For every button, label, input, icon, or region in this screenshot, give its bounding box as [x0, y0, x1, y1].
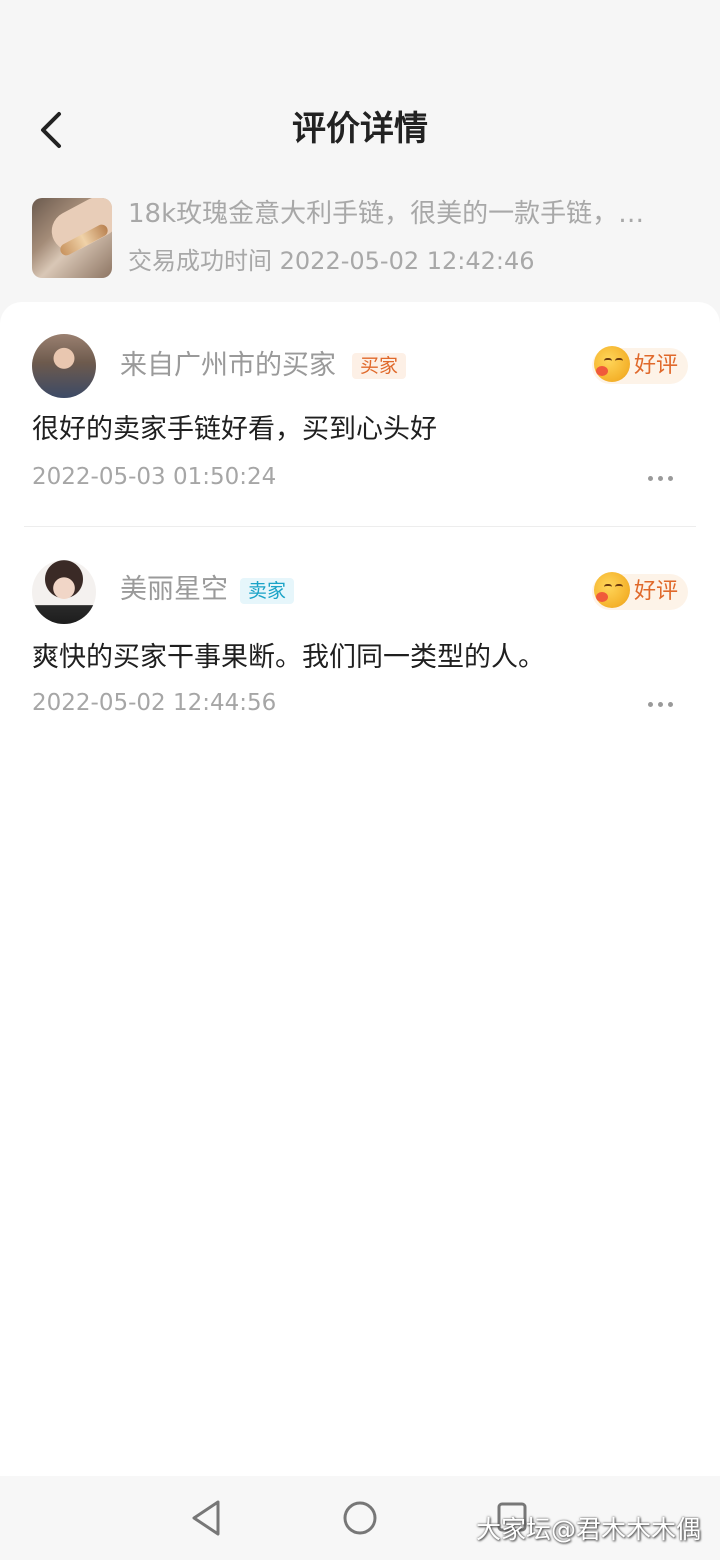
seller-badge: 卖家	[240, 578, 295, 604]
rating-label: 好评	[634, 353, 679, 378]
rating-label: 好评	[634, 579, 679, 604]
triangle-back-icon	[192, 1500, 220, 1536]
smile-kiss-icon	[594, 346, 630, 382]
buyer-badge: 买家	[352, 353, 407, 379]
circle-home-icon	[343, 1501, 377, 1535]
product-thumbnail[interactable]	[32, 198, 112, 278]
review-item: 美丽星空 卖家 好评 爽快的买家干事果断。我们同一类型的人。 2022-05-0…	[0, 528, 720, 728]
header: 评价详情 18k玫瑰金意大利手链，很美的一款手链，… 交易成功时间 2022-0…	[0, 0, 720, 300]
transaction-time-value: 2022-05-02 12:42:46	[279, 247, 535, 275]
rating-badge: 好评	[592, 346, 688, 384]
avatar[interactable]	[32, 560, 96, 624]
transaction-time-label: 交易成功时间	[128, 247, 272, 275]
product-summary[interactable]: 18k玫瑰金意大利手链，很美的一款手链，… 交易成功时间 2022-05-02 …	[32, 196, 692, 280]
product-title: 18k玫瑰金意大利手链，很美的一款手链，…	[128, 199, 645, 229]
review-text: 爽快的买家干事果断。我们同一类型的人。	[32, 642, 545, 673]
reviewer-name[interactable]: 美丽星空	[120, 570, 228, 610]
more-dots-icon	[647, 475, 653, 481]
review-item: 来自广州市的买家 买家 好评 很好的卖家手链好看，买到心头好 2022-05-0…	[0, 302, 720, 502]
more-options-button[interactable]	[636, 463, 684, 493]
divider	[24, 526, 696, 527]
watermark: 大家坛@君木木木偶	[476, 1515, 702, 1544]
smile-kiss-icon	[594, 572, 630, 608]
avatar[interactable]	[32, 334, 96, 398]
page-title: 评价详情	[292, 109, 428, 149]
transaction-time: 交易成功时间 2022-05-02 12:42:46	[128, 244, 535, 278]
review-text: 很好的卖家手链好看，买到心头好	[32, 414, 437, 445]
more-dots-icon	[647, 701, 653, 707]
review-card: 来自广州市的买家 买家 好评 很好的卖家手链好看，买到心头好 2022-05-0…	[0, 302, 720, 1482]
review-time: 2022-05-03 01:50:24	[32, 464, 277, 490]
nav-back-button[interactable]	[186, 1496, 230, 1540]
rating-badge: 好评	[592, 572, 688, 610]
more-options-button[interactable]	[636, 689, 684, 719]
review-time: 2022-05-02 12:44:56	[32, 690, 277, 716]
nav-home-button[interactable]	[338, 1496, 382, 1540]
reviewer-name[interactable]: 来自广州市的买家	[120, 346, 336, 386]
